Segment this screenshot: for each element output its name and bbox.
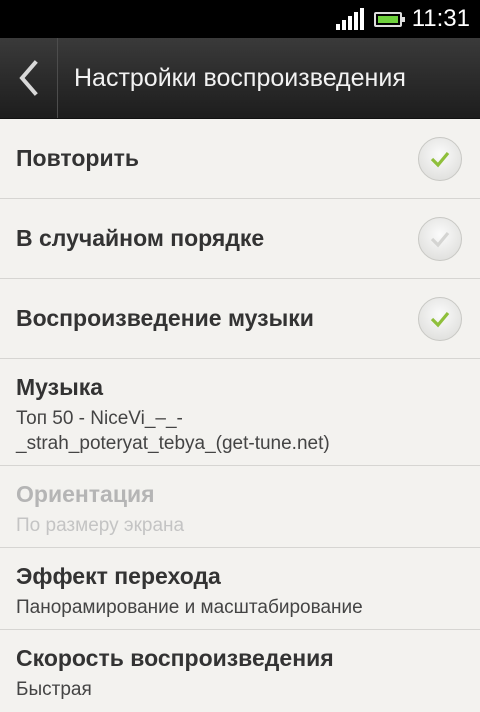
checkbox-shuffle[interactable] [418,216,462,261]
setting-value: Панорамирование и масштабирование [16,597,363,618]
setting-label: Повторить [16,145,140,171]
status-bar: 11:31 [0,0,480,38]
checkbox-music-playback[interactable] [418,296,462,341]
setting-label: В случайном порядке [16,225,265,251]
checkmark-icon [430,311,450,327]
status-icons: 11:31 [335,0,470,38]
setting-value-continued: _strah_poteryat_tebya_(get-tune.net) [16,433,330,454]
action-bar: Настройки воспроизведения [0,38,480,119]
setting-value: Топ 50 - NiceVi_–_- [16,408,183,429]
checkbox-repeat[interactable] [418,136,462,181]
back-button[interactable] [0,38,58,118]
setting-label: Эффект перехода [16,563,221,589]
setting-orientation: Ориентация По размеру экрана [0,466,480,548]
setting-value: Быстрая [16,679,92,700]
setting-label: Скорость воспроизведения [16,645,334,671]
setting-value: По размеру экрана [16,515,185,536]
setting-shuffle[interactable]: В случайном порядке [0,199,480,279]
battery-icon [373,11,405,27]
setting-label: Музыка [16,374,104,400]
clock: 11:31 [411,5,470,32]
setting-transition-effect[interactable]: Эффект перехода Панорамирование и масшта… [0,548,480,630]
signal-icon [335,8,364,30]
setting-repeat[interactable]: Повторить [0,119,480,199]
setting-music[interactable]: Музыка Топ 50 - NiceVi_–_- _strah_potery… [0,359,480,466]
page-title: Настройки воспроизведения [74,63,406,92]
setting-playback-speed[interactable]: Скорость воспроизведения Быстрая [0,630,480,712]
checkmark-icon [430,151,450,167]
chevron-left-icon [18,60,38,96]
setting-label: Воспроизведение музыки [16,305,314,331]
setting-label: Ориентация [16,481,155,507]
settings-list: Повторить В случайном порядке Воспроизве… [0,119,480,712]
setting-music-playback[interactable]: Воспроизведение музыки [0,279,480,359]
checkmark-icon [430,231,450,247]
